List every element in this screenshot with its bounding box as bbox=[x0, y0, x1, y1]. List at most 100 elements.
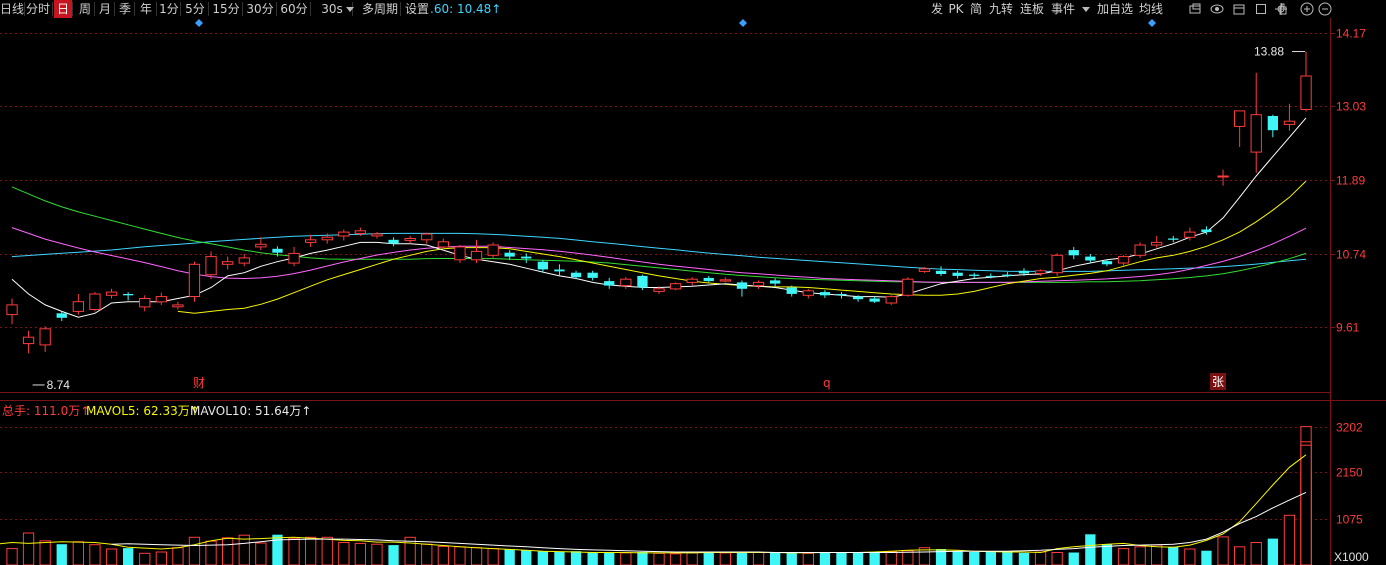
candle[interactable] bbox=[1184, 231, 1196, 238]
event-diamond-icon[interactable] bbox=[1148, 19, 1156, 27]
tab-multi-period[interactable]: 多周期 bbox=[360, 0, 400, 18]
candle[interactable] bbox=[437, 241, 450, 248]
events-dropdown-icon[interactable] bbox=[1082, 7, 1090, 12]
tab-fa[interactable]: 发 bbox=[928, 0, 946, 18]
candle[interactable] bbox=[39, 328, 51, 346]
candle[interactable] bbox=[1085, 256, 1096, 261]
event-diamond-icon[interactable] bbox=[739, 19, 747, 27]
event-diamond-icon[interactable] bbox=[195, 19, 203, 27]
candle[interactable] bbox=[885, 296, 897, 304]
ma-lines-button[interactable]: 均线 bbox=[1136, 0, 1166, 18]
candle[interactable] bbox=[1250, 114, 1262, 153]
candle[interactable] bbox=[354, 230, 367, 234]
candle[interactable] bbox=[969, 274, 980, 276]
candle[interactable] bbox=[703, 277, 714, 282]
candle[interactable] bbox=[1283, 120, 1296, 125]
tab-15min[interactable]: 15分 bbox=[210, 0, 242, 18]
candle[interactable] bbox=[836, 294, 847, 296]
tab-60min[interactable]: 60分 bbox=[278, 0, 310, 18]
candle[interactable] bbox=[604, 281, 615, 286]
candle[interactable] bbox=[802, 290, 815, 296]
candle[interactable] bbox=[985, 275, 996, 277]
candle[interactable] bbox=[470, 250, 483, 261]
tab-settings[interactable]: 设置 bbox=[404, 0, 430, 18]
candle[interactable] bbox=[305, 239, 317, 243]
tab-5min[interactable]: 5分 bbox=[182, 0, 208, 18]
candle[interactable] bbox=[1117, 256, 1130, 264]
candle[interactable] bbox=[6, 304, 18, 316]
candle[interactable] bbox=[205, 256, 217, 276]
candle[interactable] bbox=[1267, 116, 1278, 131]
candle[interactable] bbox=[1151, 241, 1163, 246]
calendar-icon[interactable] bbox=[1232, 2, 1246, 16]
tab-30min[interactable]: 30分 bbox=[244, 0, 276, 18]
candle[interactable] bbox=[554, 269, 565, 272]
tab-pk[interactable]: PK bbox=[946, 0, 966, 18]
candle[interactable] bbox=[1034, 270, 1047, 274]
candle[interactable] bbox=[1051, 254, 1063, 274]
candle[interactable] bbox=[454, 246, 466, 261]
candle[interactable] bbox=[72, 301, 84, 312]
candle[interactable] bbox=[123, 294, 134, 296]
crosshair-icon[interactable] bbox=[1274, 2, 1288, 16]
tab-daily-line[interactable]: 日线 bbox=[0, 0, 24, 18]
tab-jiuzhuan[interactable]: 九转 bbox=[986, 0, 1016, 18]
add-watchlist-button[interactable]: 加自选 bbox=[1094, 0, 1136, 18]
candle[interactable] bbox=[487, 244, 499, 256]
candle[interactable] bbox=[852, 296, 864, 300]
candle[interactable] bbox=[155, 296, 167, 303]
candle[interactable] bbox=[736, 282, 748, 289]
candle[interactable] bbox=[1002, 274, 1013, 276]
zoom-in-icon[interactable] bbox=[1300, 2, 1314, 16]
candle[interactable] bbox=[56, 313, 67, 318]
stock-chart[interactable]: 14.17 13.03 11.89 10.74 9.61 3202 2150 1075 X100… bbox=[0, 0, 1386, 565]
candle[interactable] bbox=[1018, 270, 1030, 274]
candle[interactable] bbox=[918, 268, 931, 272]
candle[interactable] bbox=[105, 291, 118, 296]
tab-week[interactable]: 周 bbox=[76, 0, 94, 18]
candle[interactable] bbox=[1300, 75, 1312, 110]
candle[interactable] bbox=[719, 279, 732, 282]
candle[interactable] bbox=[669, 283, 682, 290]
tab-month[interactable]: 月 bbox=[96, 0, 114, 18]
finance-event-marker[interactable]: 财 bbox=[193, 376, 205, 390]
tab-jian[interactable]: 简 bbox=[966, 0, 986, 18]
candle[interactable] bbox=[238, 257, 250, 264]
candle[interactable] bbox=[321, 236, 333, 241]
candle[interactable] bbox=[1201, 229, 1212, 233]
tab-1min[interactable]: 1分 bbox=[158, 0, 180, 18]
candle[interactable] bbox=[570, 272, 582, 278]
candle[interactable] bbox=[620, 278, 632, 287]
tab-day[interactable]: 日 bbox=[54, 0, 72, 18]
candle[interactable] bbox=[752, 281, 765, 287]
candle[interactable] bbox=[902, 278, 914, 296]
candle[interactable] bbox=[1134, 244, 1146, 256]
candle[interactable] bbox=[819, 292, 831, 296]
candle[interactable] bbox=[653, 288, 665, 292]
tab-quarter[interactable]: 季 bbox=[116, 0, 134, 18]
candle[interactable] bbox=[188, 263, 201, 297]
candle[interactable] bbox=[222, 261, 234, 265]
candle[interactable] bbox=[686, 278, 698, 283]
candle[interactable] bbox=[255, 243, 267, 248]
candle[interactable] bbox=[521, 256, 532, 259]
candle[interactable] bbox=[139, 298, 151, 308]
candle[interactable] bbox=[587, 272, 598, 278]
candle[interactable] bbox=[421, 233, 433, 241]
candle[interactable] bbox=[1168, 238, 1179, 240]
candle[interactable] bbox=[89, 293, 101, 310]
candle[interactable] bbox=[786, 287, 797, 294]
candle[interactable] bbox=[935, 270, 947, 274]
tab-year[interactable]: 年 bbox=[136, 0, 156, 18]
candle[interactable] bbox=[952, 272, 963, 276]
candle[interactable] bbox=[172, 304, 184, 308]
period-dropdown-icon[interactable] bbox=[346, 7, 354, 12]
zoom-out-icon[interactable] bbox=[1318, 2, 1332, 16]
overlay-icon[interactable] bbox=[1188, 2, 1202, 16]
candle[interactable] bbox=[1068, 250, 1079, 256]
candle[interactable] bbox=[22, 336, 35, 345]
candle[interactable] bbox=[770, 280, 781, 284]
candle[interactable] bbox=[1217, 175, 1229, 178]
tab-events[interactable]: 事件 bbox=[1048, 0, 1078, 18]
candle[interactable] bbox=[537, 261, 548, 270]
